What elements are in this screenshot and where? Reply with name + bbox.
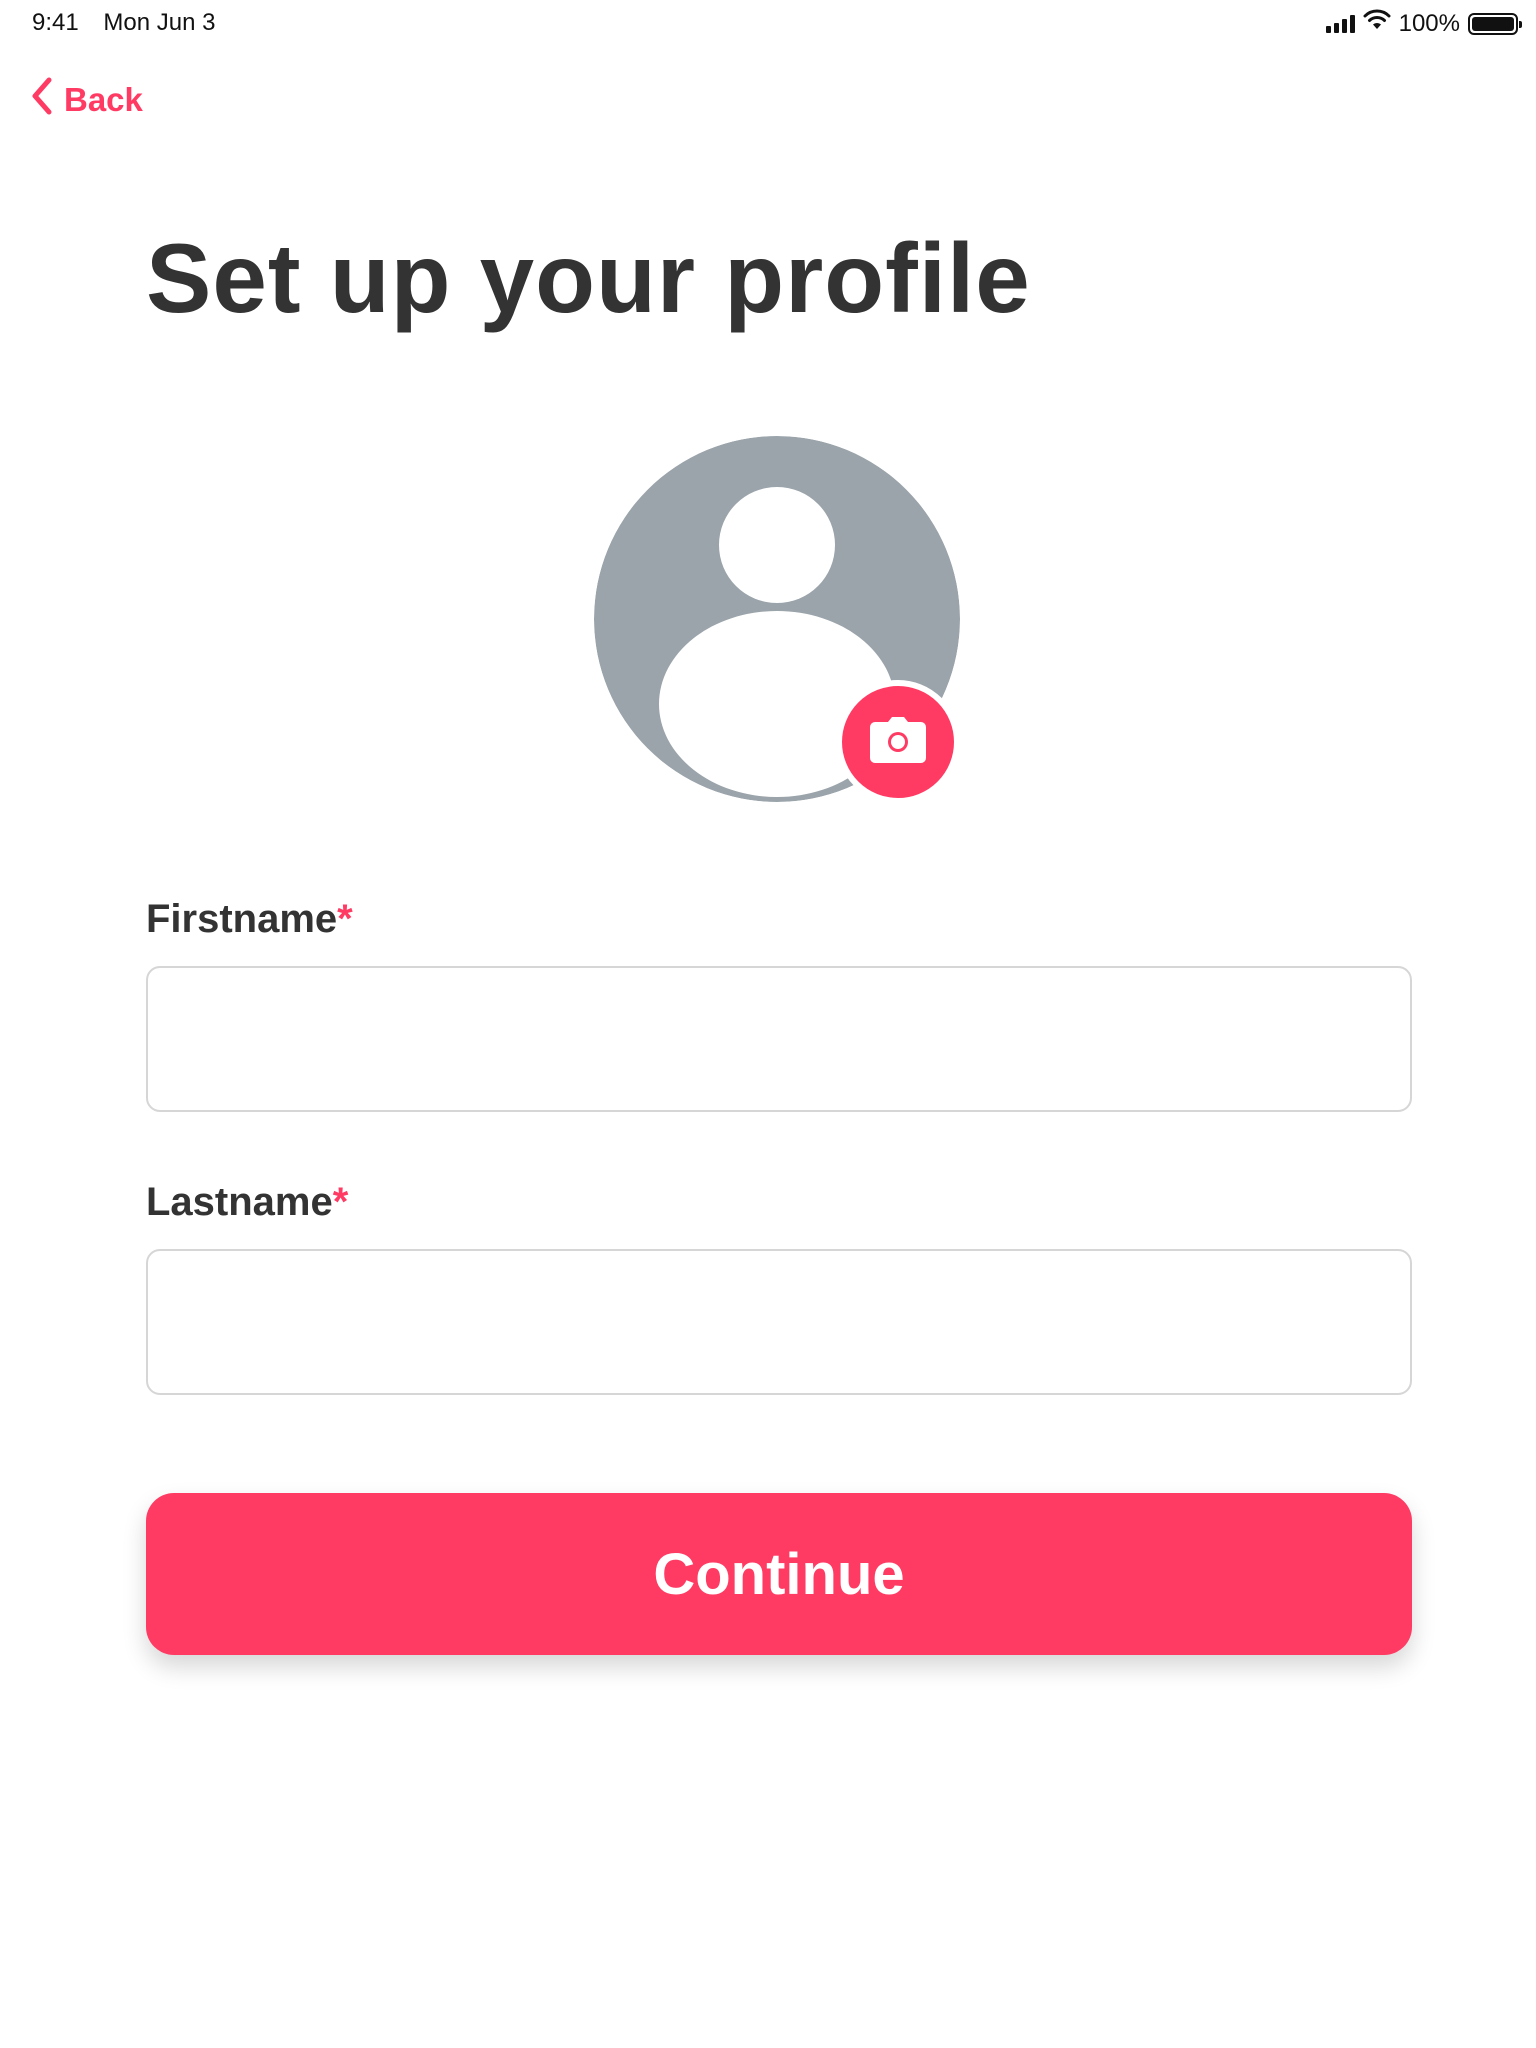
firstname-input[interactable] (146, 966, 1412, 1112)
chevron-left-icon (30, 76, 54, 124)
back-label: Back (64, 81, 143, 118)
required-asterisk: * (332, 1180, 349, 1224)
back-button[interactable]: Back (30, 76, 143, 124)
avatar-picker[interactable] (594, 436, 960, 804)
status-right: 100% (1325, 9, 1522, 38)
cellular-signal-icon (1325, 14, 1355, 33)
profile-setup-screen: 9:41 Mon Jun 3 100% Back Set up your pro… (0, 0, 1536, 2048)
wifi-icon (1363, 9, 1391, 38)
lastname-input[interactable] (146, 1249, 1412, 1395)
change-photo-button[interactable] (836, 680, 960, 804)
firstname-label: Firstname* (146, 897, 353, 942)
status-left: 9:41 Mon Jun 3 (32, 9, 215, 37)
lastname-label: Lastname* (146, 1180, 348, 1225)
status-bar: 9:41 Mon Jun 3 100% (0, 0, 1536, 48)
lastname-label-text: Lastname (146, 1180, 333, 1224)
camera-icon (869, 716, 927, 769)
firstname-label-text: Firstname (146, 897, 338, 941)
continue-button[interactable]: Continue (146, 1493, 1412, 1655)
status-time: 9:41 (32, 9, 79, 36)
battery-icon (1468, 12, 1522, 35)
required-asterisk: * (337, 897, 353, 941)
status-date: Mon Jun 3 (103, 9, 216, 36)
page-title: Set up your profile (146, 223, 1031, 333)
battery-percent: 100% (1398, 9, 1460, 37)
